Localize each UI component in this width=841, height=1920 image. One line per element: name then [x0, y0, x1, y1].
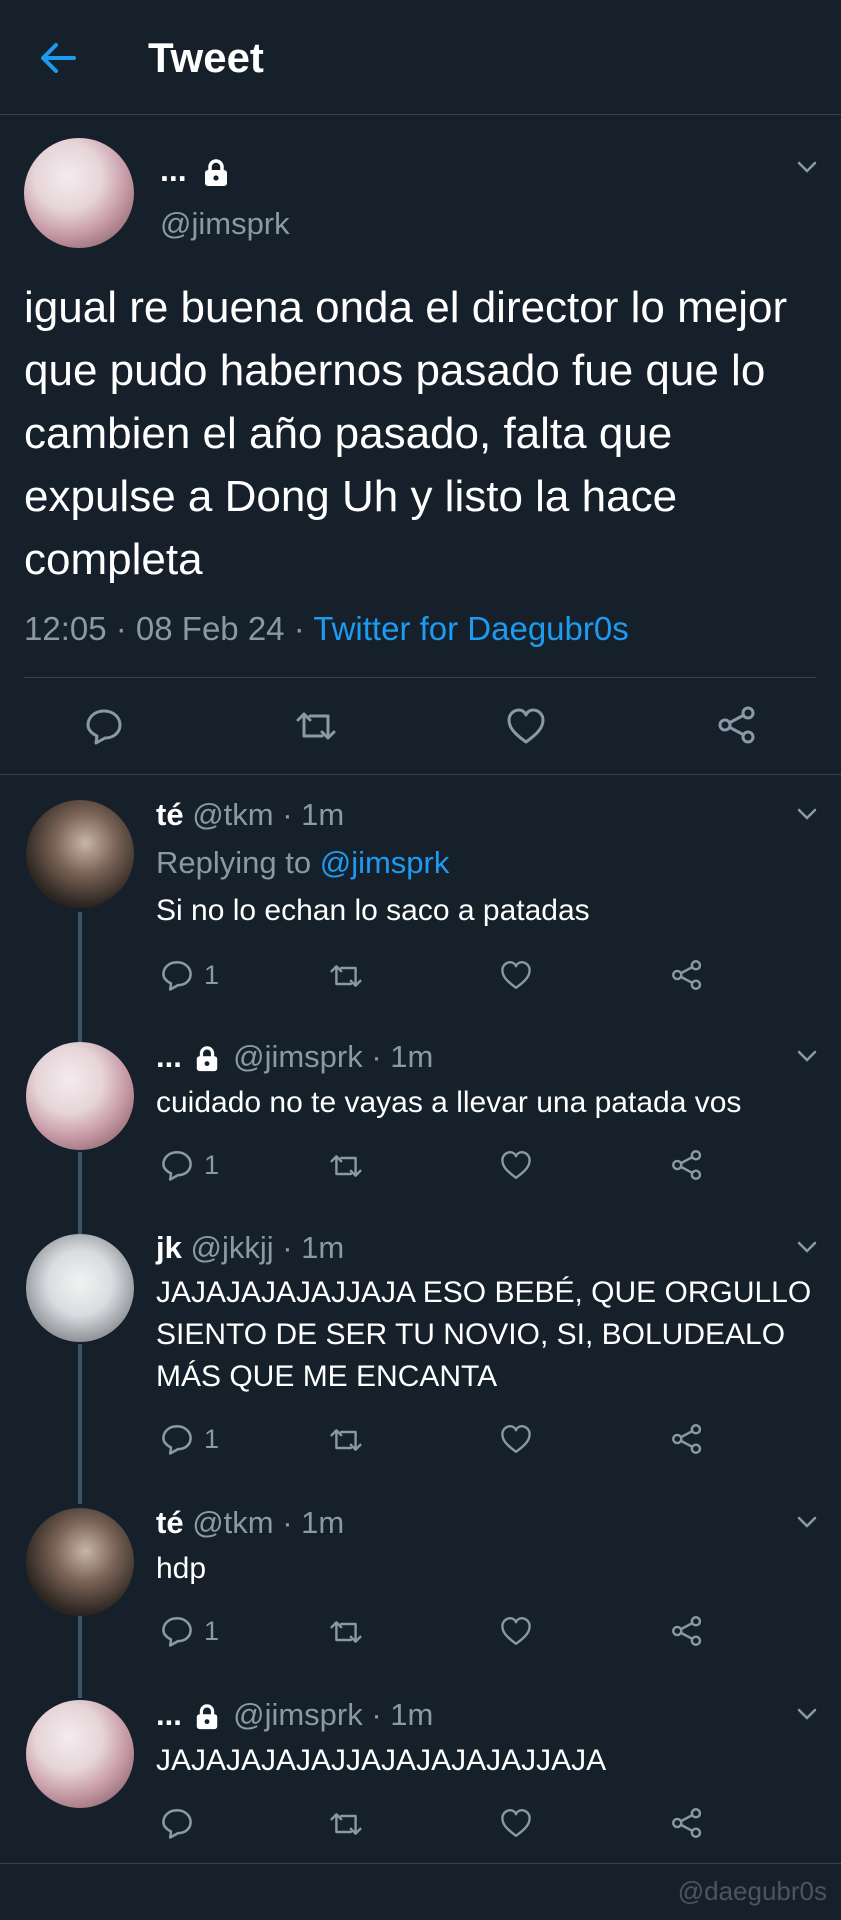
reply-text: cuidado no te vayas a llevar una patada …: [156, 1086, 742, 1119]
like-icon[interactable]: [499, 959, 533, 991]
reply-text: Si no lo echan lo saco a patadas: [156, 894, 590, 927]
reply-action[interactable]: 1: [160, 958, 219, 992]
share-icon[interactable]: [670, 1148, 704, 1182]
reply-icon[interactable]: [160, 1148, 194, 1182]
avatar[interactable]: [24, 138, 134, 248]
reply-author-name: ...: [156, 1697, 182, 1732]
lock-icon: [204, 158, 227, 186]
reply-action[interactable]: [160, 1806, 204, 1840]
replying-to-line: Replying to @jimsprk: [156, 845, 449, 881]
reply-action[interactable]: 1: [160, 1148, 219, 1182]
reply-icon[interactable]: [160, 1614, 194, 1648]
retweet-icon[interactable]: [328, 960, 364, 992]
header-bar: Tweet: [0, 0, 841, 115]
meta-divider: [24, 677, 816, 678]
reply-action[interactable]: 1: [160, 1422, 219, 1456]
reply-author-name: jk: [156, 1230, 182, 1265]
reply-handle-time[interactable]: @jkkjj · 1m: [190, 1230, 344, 1265]
lock-icon: [197, 1704, 218, 1729]
like-icon[interactable]: [499, 1615, 533, 1647]
thread-line: [78, 1152, 82, 1234]
replying-to-label: Replying to: [156, 845, 320, 880]
reply-author-name: té: [156, 797, 184, 832]
thread-line: [78, 912, 82, 1042]
header-divider: [0, 114, 841, 115]
reply-handle-time[interactable]: @tkm · 1m: [192, 797, 344, 832]
reply-header: jk @jkkjj · 1m: [156, 1230, 344, 1266]
chevron-down-icon[interactable]: [796, 1045, 818, 1067]
like-icon[interactable]: [499, 1149, 533, 1181]
reply-count: 1: [204, 1615, 220, 1646]
reply-count: 1: [204, 1149, 220, 1180]
reply-action[interactable]: 1: [160, 1614, 219, 1648]
reply-handle-time[interactable]: @tkm · 1m: [192, 1505, 344, 1540]
lock-icon: [197, 1046, 218, 1071]
reply-count: 1: [204, 1423, 220, 1454]
reply-icon[interactable]: [160, 1422, 194, 1456]
retweet-icon[interactable]: [328, 1808, 364, 1840]
share-icon[interactable]: [670, 958, 704, 992]
retweet-icon[interactable]: [328, 1150, 364, 1182]
thread-line: [78, 1614, 82, 1698]
replying-to-link[interactable]: @jimsprk: [320, 845, 450, 880]
reply-count: 1: [204, 959, 220, 990]
thread-line: [78, 1344, 82, 1504]
page-title: Tweet: [148, 34, 264, 81]
chevron-down-icon[interactable]: [796, 156, 818, 178]
tweet-meta: 12:05 · 08 Feb 24 · Twitter for Daegubr0…: [24, 610, 629, 648]
like-icon[interactable]: [499, 1807, 533, 1839]
avatar[interactable]: [26, 800, 134, 908]
reply-icon[interactable]: [160, 958, 194, 992]
reply-icon[interactable]: [84, 706, 124, 746]
author-handle[interactable]: @jimsprk: [160, 206, 290, 242]
like-icon[interactable]: [505, 706, 547, 746]
tweet-timestamp: 12:05 · 08 Feb 24 ·: [24, 610, 314, 647]
tweet-text: igual re buena onda el director lo mejor…: [24, 283, 788, 584]
retweet-icon[interactable]: [328, 1424, 364, 1456]
reply-handle-time[interactable]: @jimsprk · 1m: [233, 1697, 433, 1732]
share-icon[interactable]: [670, 1422, 704, 1456]
chevron-down-icon[interactable]: [796, 1511, 818, 1533]
like-icon[interactable]: [499, 1423, 533, 1455]
share-icon[interactable]: [670, 1806, 704, 1840]
share-icon[interactable]: [670, 1614, 704, 1648]
avatar[interactable]: [26, 1508, 134, 1616]
chevron-down-icon[interactable]: [796, 1236, 818, 1258]
bottom-divider: [0, 1863, 841, 1864]
chevron-down-icon[interactable]: [796, 803, 818, 825]
avatar[interactable]: [26, 1042, 134, 1150]
reply-text: JAJAJAJAJAJJAJA ESO BEBÉ, QUE ORGULLO SI…: [156, 1276, 812, 1393]
avatar[interactable]: [26, 1700, 134, 1808]
retweet-icon[interactable]: [294, 706, 338, 746]
back-arrow-icon[interactable]: [38, 40, 78, 76]
reply-text: hdp: [156, 1552, 207, 1585]
author-name: ...: [160, 152, 187, 188]
reply-handle-time[interactable]: @jimsprk · 1m: [233, 1039, 433, 1074]
watermark: @daegubr0s: [677, 1876, 827, 1906]
share-icon[interactable]: [716, 704, 758, 746]
avatar[interactable]: [26, 1234, 134, 1342]
reply-header: ... @jimsprk · 1m: [156, 1039, 433, 1075]
tweet-source-link[interactable]: Twitter for Daegubr0s: [313, 610, 628, 647]
author-name-row: ...: [160, 152, 230, 189]
reply-header: té @tkm · 1m: [156, 797, 344, 833]
reply-header: ... @jimsprk · 1m: [156, 1697, 433, 1733]
retweet-icon[interactable]: [328, 1616, 364, 1648]
reply-author-name: ...: [156, 1039, 182, 1074]
main-divider: [0, 774, 841, 775]
reply-icon[interactable]: [160, 1806, 194, 1840]
reply-header: té @tkm · 1m: [156, 1505, 344, 1541]
chevron-down-icon[interactable]: [796, 1703, 818, 1725]
reply-text: JAJAJAJAJAJJAJAJAJAJAJJAJA: [156, 1744, 607, 1777]
reply-author-name: té: [156, 1505, 184, 1540]
